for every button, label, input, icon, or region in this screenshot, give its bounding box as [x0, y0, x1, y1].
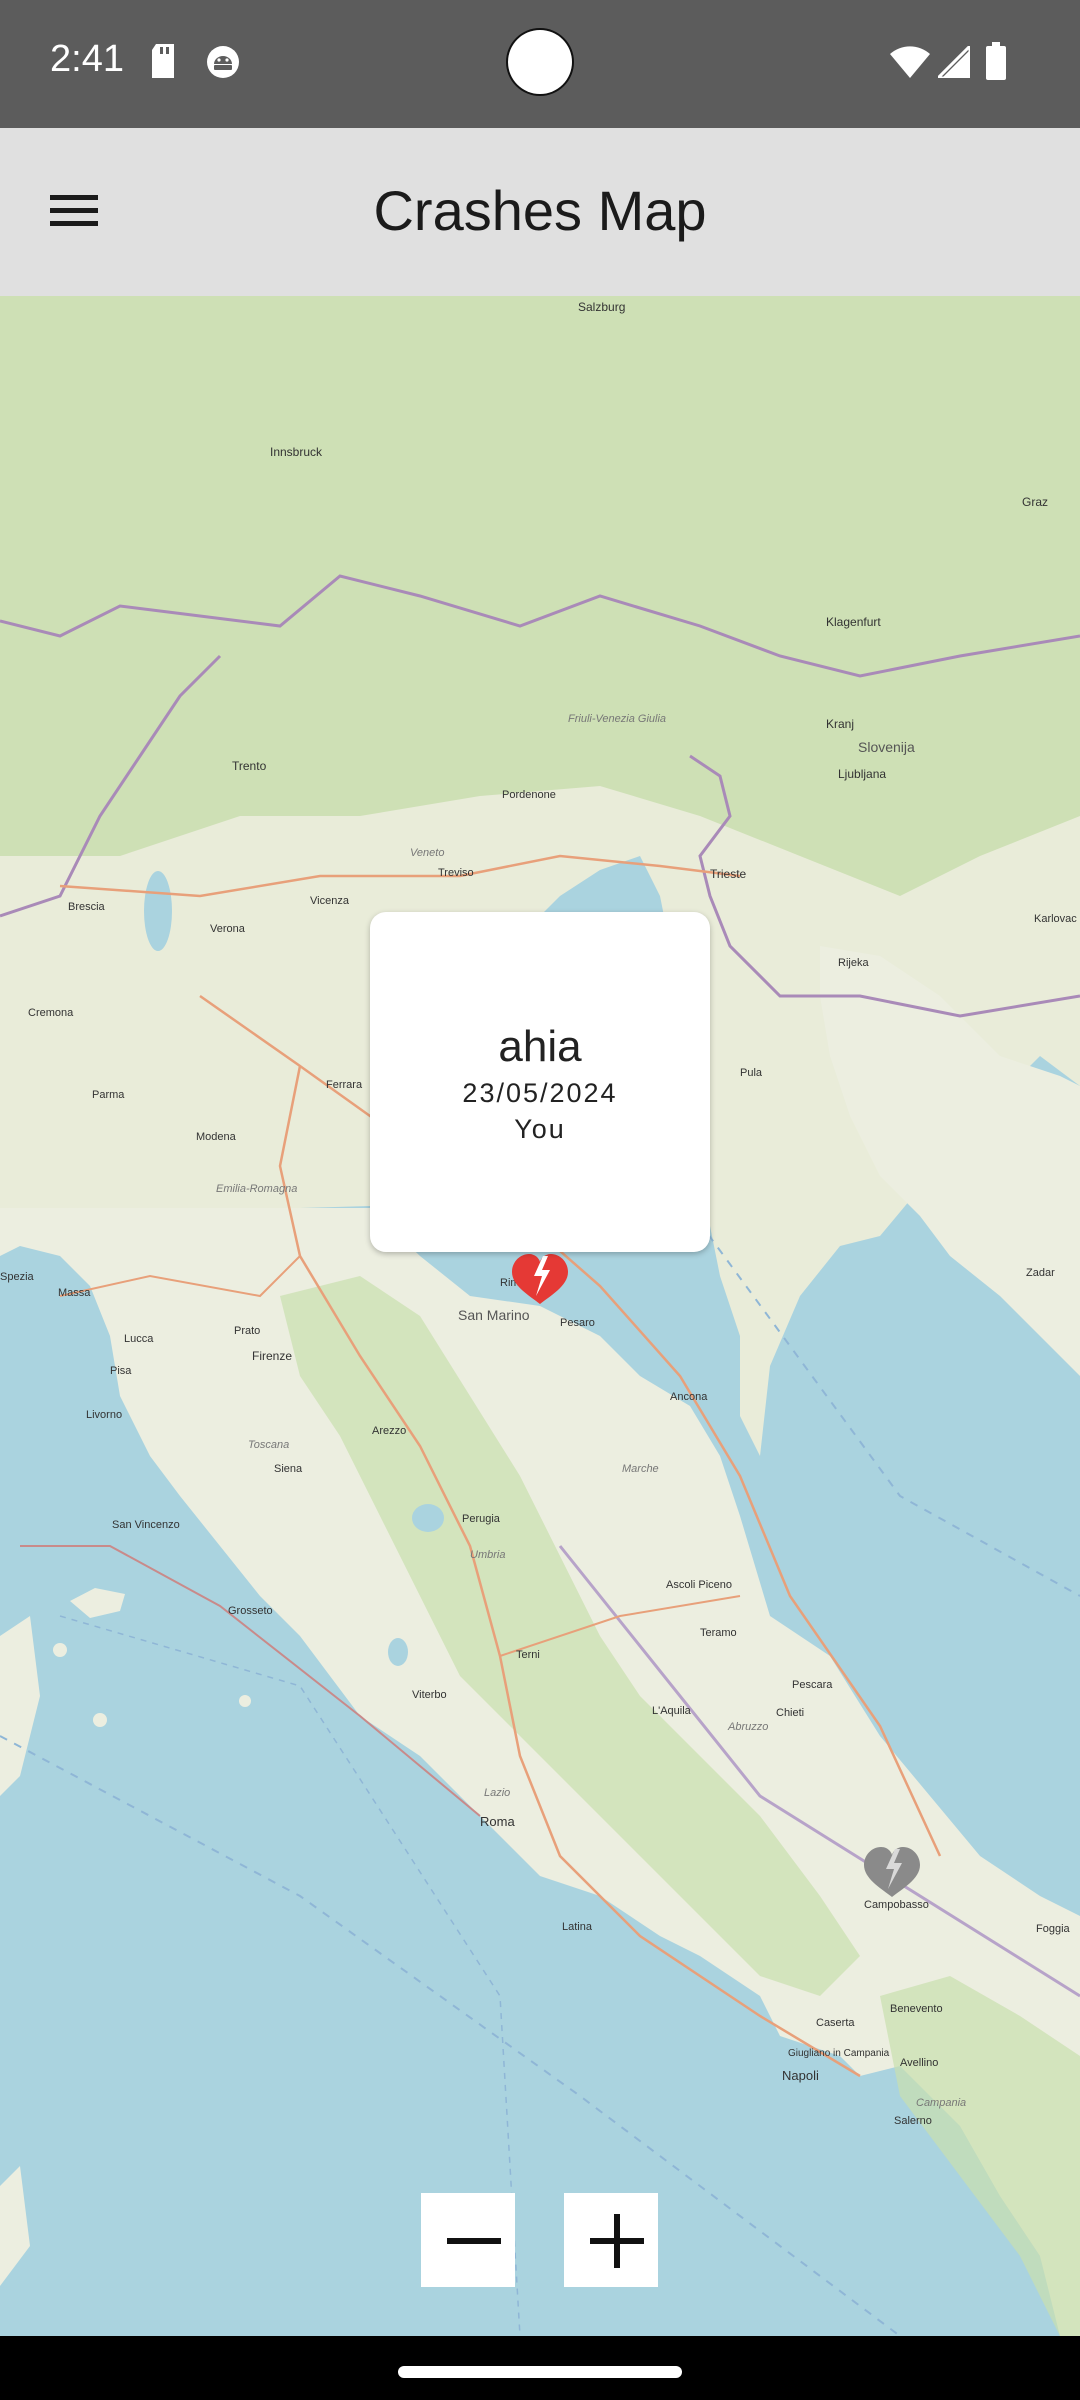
label-salerno: Salerno — [894, 2115, 932, 2127]
label-campania: Campania — [916, 2097, 966, 2109]
label-livorno: Livorno — [86, 1409, 122, 1421]
label-veneto: Veneto — [410, 847, 444, 859]
status-time: 2:41 — [50, 38, 124, 80]
label-ljubljana: Ljubljana — [838, 767, 886, 781]
label-siena: Siena — [274, 1463, 303, 1475]
label-laquila: L'Aquila — [652, 1705, 692, 1717]
label-vicenza: Vicenza — [310, 895, 350, 907]
label-graz: Graz — [1022, 495, 1048, 509]
label-giugliano: Giugliano in Campania — [788, 2048, 890, 2059]
sd-card-icon — [150, 44, 176, 83]
crash-date: 23/05/2024 — [462, 1078, 618, 1108]
lake-bolsena — [388, 1638, 408, 1666]
label-firenze: Firenze — [252, 1349, 292, 1363]
label-innsbruck: Innsbruck — [270, 445, 323, 459]
crash-title: ahia — [498, 1022, 582, 1071]
label-caserta: Caserta — [816, 2017, 855, 2029]
android-debug-icon — [205, 44, 241, 85]
label-kranj: Kranj — [826, 717, 854, 731]
label-grosseto: Grosseto — [228, 1605, 273, 1617]
wifi-icon — [890, 46, 930, 83]
label-foggia: Foggia — [1036, 1923, 1071, 1935]
label-emilia: Emilia-Romagna — [216, 1183, 297, 1195]
minus-icon — [447, 2238, 501, 2244]
label-brescia: Brescia — [68, 901, 106, 913]
label-modena: Modena — [196, 1131, 237, 1143]
label-campobasso: Campobasso — [864, 1899, 929, 1911]
island-montecristo — [93, 1713, 107, 1727]
label-abruzzo: Abruzzo — [727, 1721, 768, 1733]
label-pordenone: Pordenone — [502, 789, 556, 801]
label-viterbo: Viterbo — [412, 1689, 447, 1701]
label-perugia: Perugia — [462, 1513, 501, 1525]
label-umbria: Umbria — [470, 1549, 505, 1561]
lake-trasimeno — [412, 1504, 444, 1532]
label-latina: Latina — [562, 1921, 593, 1933]
label-parma: Parma — [92, 1089, 125, 1101]
map-canvas: Salzburg Innsbruck Graz Klagenfurt Kranj… — [0, 296, 1080, 2336]
lake-garda — [144, 871, 172, 951]
label-benevento: Benevento — [890, 2003, 943, 2015]
label-klagenfurt: Klagenfurt — [826, 615, 881, 629]
label-massa: Massa — [58, 1287, 91, 1299]
label-napoli: Napoli — [782, 2068, 819, 2083]
label-marche: Marche — [622, 1463, 659, 1475]
label-toscana: Toscana — [248, 1439, 289, 1451]
label-san-vincenzo: San Vincenzo — [112, 1519, 180, 1531]
label-chieti: Chieti — [776, 1707, 804, 1719]
label-karlovac: Karlovac — [1034, 913, 1077, 925]
app-title: Crashes Map — [373, 179, 707, 242]
label-prato: Prato — [234, 1325, 260, 1337]
label-cremona: Cremona — [28, 1007, 74, 1019]
label-zadar: Zadar — [1026, 1267, 1055, 1279]
label-rijeka: Rijeka — [838, 957, 869, 969]
label-san-marino: San Marino — [458, 1307, 530, 1323]
label-ferrara: Ferrara — [326, 1079, 363, 1091]
label-verona: Verona — [210, 923, 246, 935]
label-salzburg: Salzburg — [578, 300, 625, 314]
label-arezzo: Arezzo — [372, 1425, 406, 1437]
label-pescara: Pescara — [792, 1679, 833, 1691]
label-lucca: Lucca — [124, 1333, 154, 1345]
camera-cutout — [508, 30, 572, 94]
label-friuli: Friuli-Venezia Giulia — [568, 713, 666, 725]
zoom-out-button[interactable] — [421, 2193, 515, 2287]
status-bar: 2:41 — [0, 0, 1080, 128]
island-giglio — [239, 1695, 251, 1707]
label-ascoli: Ascoli Piceno — [666, 1579, 732, 1591]
crash-info-popup[interactable]: ahia 23/05/2024 You — [370, 912, 710, 1252]
zoom-in-button[interactable] — [564, 2193, 658, 2287]
label-treviso: Treviso — [438, 867, 474, 879]
label-pesaro: Pesaro — [560, 1317, 595, 1329]
label-pula: Pula — [740, 1067, 763, 1079]
label-trieste: Trieste — [710, 867, 747, 881]
label-pisa: Pisa — [110, 1365, 132, 1377]
label-ancona: Ancona — [670, 1391, 708, 1403]
label-avellino: Avellino — [900, 2057, 938, 2069]
label-trento: Trento — [232, 759, 267, 773]
map-view[interactable]: Salzburg Innsbruck Graz Klagenfurt Kranj… — [0, 296, 1080, 2336]
label-roma: Roma — [480, 1814, 515, 1829]
label-slovenija: Slovenija — [858, 739, 915, 755]
battery-icon — [986, 42, 1006, 85]
label-teramo: Teramo — [700, 1627, 737, 1639]
island-pianosa — [53, 1643, 67, 1657]
label-spezia: Spezia — [0, 1271, 35, 1283]
plus-icon — [590, 2214, 644, 2268]
label-lazio: Lazio — [484, 1787, 510, 1799]
home-indicator[interactable] — [398, 2366, 682, 2378]
crash-user: You — [514, 1114, 566, 1144]
cell-signal-icon — [934, 42, 972, 83]
label-terni: Terni — [516, 1649, 540, 1661]
